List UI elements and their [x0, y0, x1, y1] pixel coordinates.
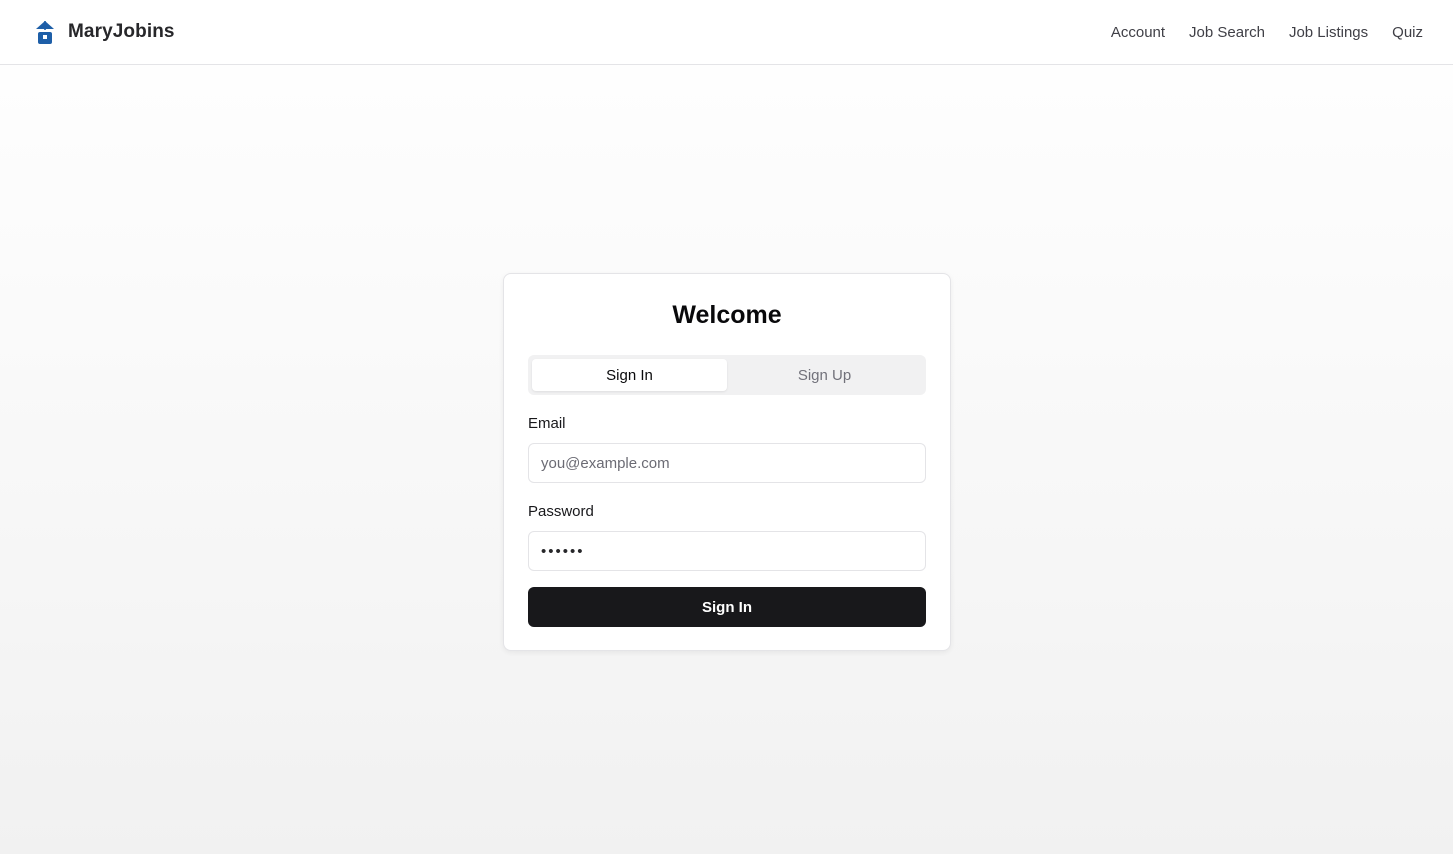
auth-tabs: Sign In Sign Up: [528, 355, 926, 395]
nav-link-job-search[interactable]: Job Search: [1189, 24, 1265, 41]
brand-name: MaryJobins: [68, 21, 175, 42]
tab-sign-up[interactable]: Sign Up: [727, 359, 922, 391]
email-field[interactable]: [528, 443, 926, 483]
nav-link-account[interactable]: Account: [1111, 24, 1165, 41]
top-navbar: MaryJobins Account Job Search Job Listin…: [0, 0, 1453, 65]
main-nav: Account Job Search Job Listings Quiz: [1111, 24, 1423, 41]
password-label: Password: [528, 503, 594, 520]
brand[interactable]: MaryJobins: [34, 19, 175, 45]
card-title: Welcome: [672, 301, 782, 329]
umbrella-house-icon: [34, 19, 56, 45]
nav-link-quiz[interactable]: Quiz: [1392, 24, 1423, 41]
tab-sign-in[interactable]: Sign In: [532, 359, 727, 391]
password-field[interactable]: [528, 531, 926, 571]
auth-card: Welcome Sign In Sign Up Email Password S…: [503, 273, 951, 651]
sign-in-button[interactable]: Sign In: [528, 587, 926, 627]
email-label: Email: [528, 415, 566, 432]
nav-link-job-listings[interactable]: Job Listings: [1289, 24, 1368, 41]
